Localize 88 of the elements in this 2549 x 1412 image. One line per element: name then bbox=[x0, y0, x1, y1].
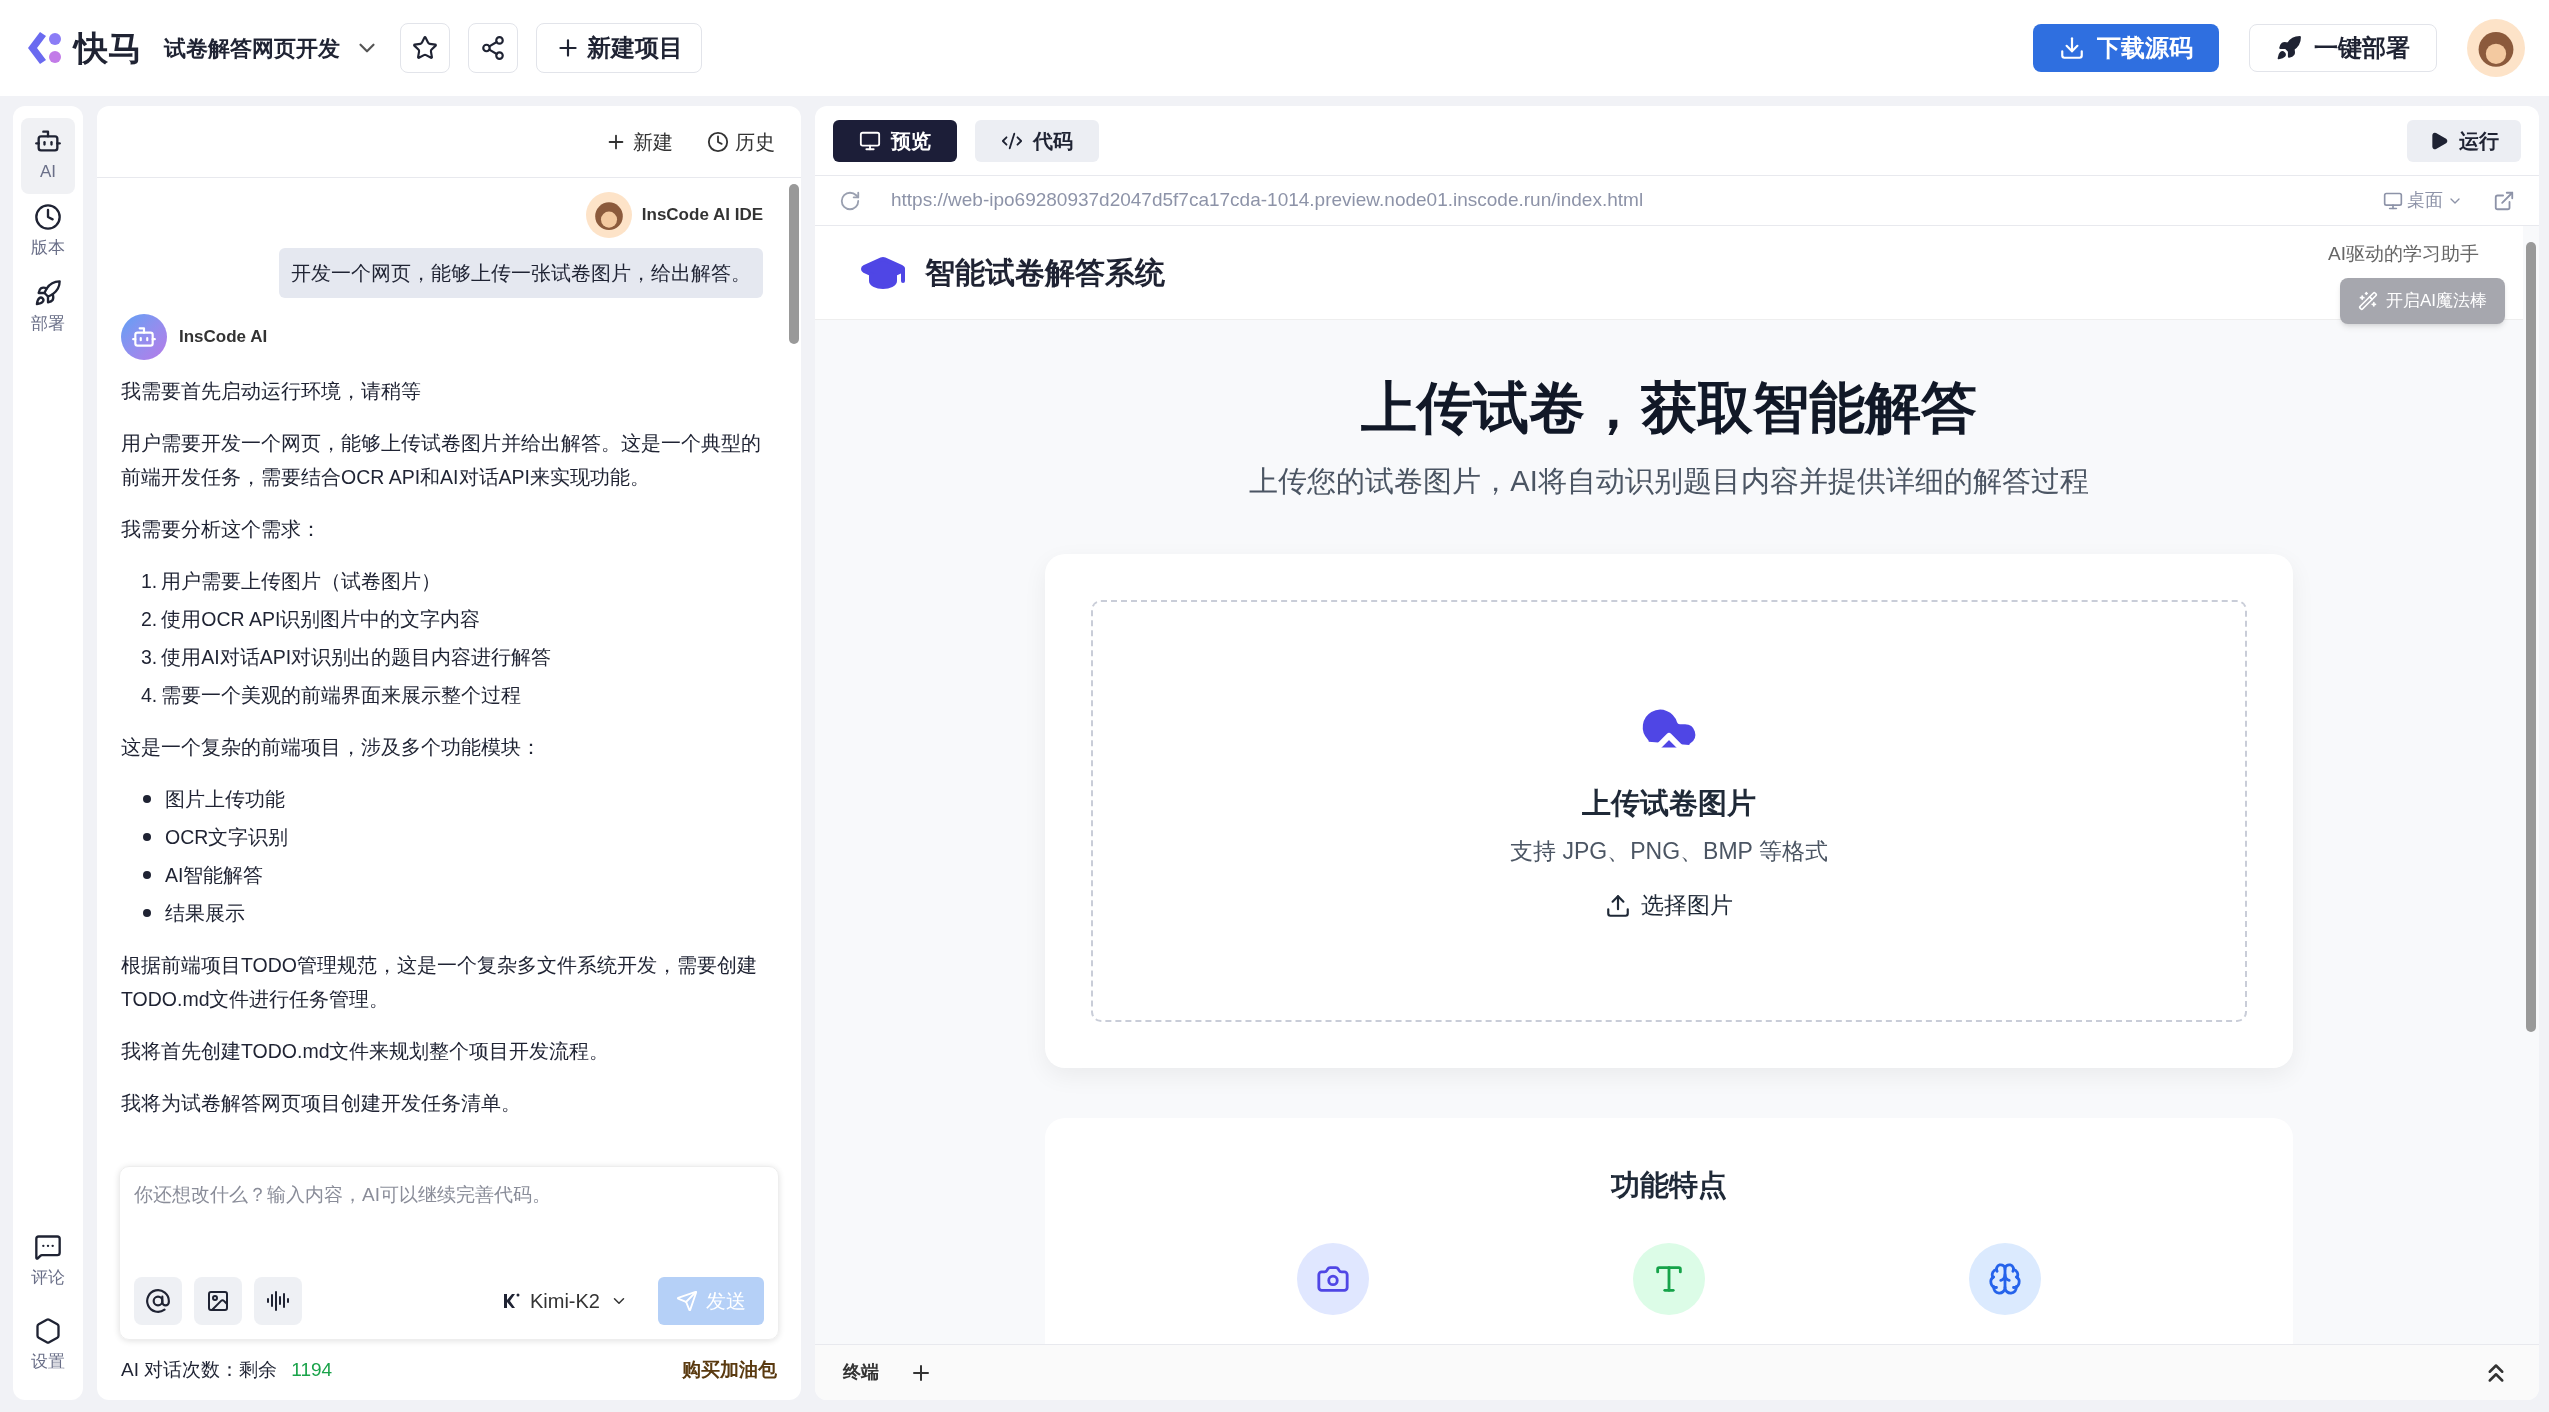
chat-action-button[interactable]: 历史 bbox=[707, 126, 775, 157]
avatar-icon bbox=[2467, 19, 2525, 77]
download-source-button[interactable]: 下载源码 bbox=[2033, 24, 2219, 72]
view-tab[interactable]: 代码 bbox=[975, 119, 1099, 162]
chat-action-button[interactable]: 新建 bbox=[605, 126, 673, 157]
message-paragraph: 用户需要开发一个网页，能够上传试卷图片并给出解答。这是一个典型的前端开发任务，需要结合OCR API和AI对话API来实现功能。 bbox=[121, 431, 762, 490]
message-paragraph: 根据前端项目TODO管理规范，这是一个复杂多文件系统开发，需要创建TODO.md文件进行任务管理。 bbox=[121, 953, 758, 1012]
list-item: AI智能解答 bbox=[165, 863, 264, 888]
bullet-icon bbox=[143, 833, 151, 841]
chat-bubble-icon bbox=[34, 1233, 62, 1262]
play-icon bbox=[2429, 130, 2449, 151]
project-dropdown[interactable]: 试卷解答网页开发 bbox=[164, 31, 380, 65]
user-name: InsCode AI IDE bbox=[641, 204, 763, 226]
features-title: 功能特点 bbox=[1611, 1167, 1727, 1203]
star-icon bbox=[412, 35, 438, 61]
rail-tab[interactable]: AI bbox=[21, 118, 75, 194]
list-item: 使用OCR API识别图片中的文字内容 bbox=[161, 607, 481, 632]
message-paragraph: 我将首先创建TODO.md文件来规划整个项目开发流程。 bbox=[121, 1039, 611, 1064]
settings-icon bbox=[34, 1317, 62, 1346]
upload-title: 上传试卷图片 bbox=[1582, 786, 1756, 822]
avatar-icon bbox=[585, 192, 632, 238]
deploy-button[interactable]: 一键部署 bbox=[2249, 24, 2437, 72]
site-subtitle: AI驱动的学习助手 bbox=[2328, 242, 2479, 266]
share-button[interactable] bbox=[468, 23, 518, 73]
message-input[interactable]: 你还想改什么？输入内容，AI可以继续完善代码。 Kimi-K2 发送 bbox=[119, 1166, 779, 1340]
upload-icon bbox=[1605, 892, 1631, 919]
list-item: OCR文字识别 bbox=[165, 825, 289, 850]
open-external-icon bbox=[2493, 189, 2515, 212]
terminal-tab[interactable]: 终端 bbox=[843, 1359, 879, 1386]
quota-count: 1194 bbox=[291, 1357, 333, 1382]
list-number: 2. bbox=[141, 607, 158, 632]
bullet-icon bbox=[143, 871, 151, 879]
hero-title: 上传试卷，获取智能解答 bbox=[1361, 375, 1977, 441]
run-button[interactable]: 运行 bbox=[2407, 119, 2521, 162]
url-text: https://web-ipo69280937d2047d5f7ca17cda-1014.preview.node01.inscode.run/index.html bbox=[891, 188, 1645, 213]
view-tab[interactable]: 预览 bbox=[833, 119, 957, 162]
list-item: 用户需要上传图片（试卷图片） bbox=[161, 569, 442, 594]
mention-button[interactable] bbox=[134, 1277, 182, 1325]
list-number: 4. bbox=[141, 683, 158, 708]
user-message: 开发一个网页，能够上传一张试卷图片，给出解答。 bbox=[279, 248, 763, 298]
list-item: 使用AI对话API对识别出的题目内容进行解答 bbox=[161, 645, 552, 670]
hero-subtitle: 上传您的试卷图片，AI将自动识别题目内容并提供详细的解答过程 bbox=[1249, 464, 2089, 499]
quota-label: AI 对话次数：剩余 bbox=[121, 1357, 278, 1382]
rocket-icon bbox=[2276, 35, 2302, 61]
message-paragraph: 我需要首先启动运行环境，请稍等 bbox=[121, 379, 422, 404]
upload-formats: 支持 JPG、PNG、BMP 等格式 bbox=[1510, 836, 1828, 866]
list-item: 需要一个美观的前端界面来展示整个过程 bbox=[161, 683, 522, 708]
buy-link[interactable]: 购买加油包 bbox=[682, 1355, 777, 1385]
message-paragraph: 我将为试卷解答网页项目创建开发任务清单。 bbox=[121, 1091, 522, 1116]
star-button[interactable] bbox=[400, 23, 450, 73]
rocket-icon bbox=[34, 279, 62, 308]
list-number: 3. bbox=[141, 645, 158, 670]
bullet-icon bbox=[143, 909, 151, 917]
rail-tab[interactable]: 评论 bbox=[21, 1220, 75, 1304]
new-project-button[interactable]: 新建项目 bbox=[536, 23, 702, 73]
ai-name: InsCode AI bbox=[179, 326, 268, 348]
logo-text: 快马 bbox=[74, 27, 142, 69]
clock-icon bbox=[34, 203, 62, 232]
clock-icon bbox=[707, 130, 729, 153]
download-icon bbox=[2059, 35, 2085, 61]
model-icon bbox=[502, 1292, 520, 1310]
rail-tab[interactable]: 设置 bbox=[21, 1304, 75, 1388]
send-icon bbox=[676, 1290, 698, 1312]
image-icon bbox=[206, 1289, 230, 1313]
choose-image-button[interactable]: 选择图片 bbox=[1605, 888, 1733, 923]
audio-icon bbox=[266, 1289, 290, 1313]
image-button[interactable] bbox=[194, 1277, 242, 1325]
model-dropdown[interactable]: Kimi-K2 bbox=[502, 1286, 628, 1316]
bot-avatar-icon bbox=[121, 314, 167, 360]
monitor-icon bbox=[859, 129, 881, 152]
site-title: 智能试卷解答系统 bbox=[925, 255, 1166, 291]
reload-icon bbox=[839, 189, 861, 212]
drop-zone[interactable]: 上传试卷图片 支持 JPG、PNG、BMP 等格式 选择图片 bbox=[1091, 599, 2247, 1022]
wand-icon bbox=[2357, 291, 2378, 311]
message-textarea[interactable]: 你还想改什么？输入内容，AI可以继续完善代码。 bbox=[134, 1181, 764, 1277]
rail-tab[interactable]: 版本 bbox=[21, 194, 75, 270]
message-paragraph: 我需要分析这个需求： bbox=[121, 517, 322, 542]
brain-icon bbox=[1988, 1262, 2022, 1296]
message-paragraph: 这是一个复杂的前端项目，涉及多个功能模块： bbox=[121, 735, 542, 760]
share-icon bbox=[480, 35, 506, 61]
list-item: 结果展示 bbox=[165, 901, 245, 926]
list-item: 图片上传功能 bbox=[165, 787, 285, 812]
list-number: 1. bbox=[141, 569, 158, 594]
at-icon bbox=[145, 1288, 171, 1314]
bullet-icon bbox=[143, 795, 151, 803]
voice-button[interactable] bbox=[254, 1277, 302, 1325]
monitor-icon bbox=[2383, 190, 2403, 211]
rail-tab[interactable]: 部署 bbox=[21, 270, 75, 346]
